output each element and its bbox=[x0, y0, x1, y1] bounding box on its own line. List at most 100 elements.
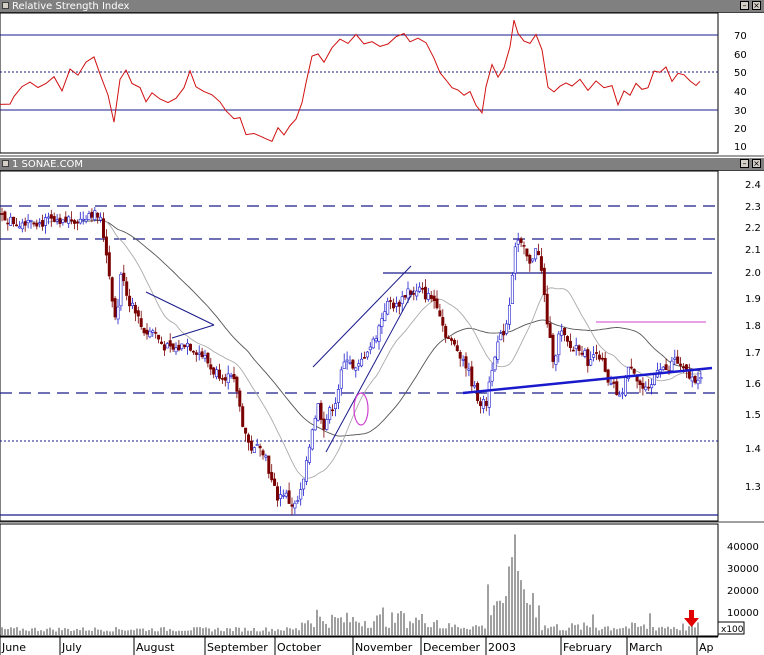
candle-body bbox=[206, 352, 210, 364]
volume-bar bbox=[76, 628, 78, 635]
candle-body bbox=[26, 220, 30, 224]
volume-bar bbox=[556, 624, 558, 635]
volume-bar bbox=[100, 629, 102, 635]
volume-bar bbox=[637, 626, 639, 635]
candle-body bbox=[632, 368, 636, 374]
candle-body bbox=[296, 500, 300, 502]
volume-bar bbox=[367, 627, 369, 635]
chart-canvas: 70 60 50 40 30 20 10 2.4 2.3 2.2 2.1 2.0… bbox=[0, 12, 764, 655]
volume-bar bbox=[331, 614, 333, 635]
volume-bar bbox=[673, 627, 675, 635]
volume-bar bbox=[382, 607, 384, 635]
candle-body bbox=[545, 293, 549, 325]
candle-body bbox=[232, 373, 236, 380]
volume-bar bbox=[202, 628, 204, 635]
candle-body bbox=[690, 376, 694, 382]
volume-bar bbox=[421, 614, 423, 635]
volume-bar bbox=[505, 596, 507, 635]
volume-bar bbox=[223, 631, 225, 635]
volume-bar bbox=[592, 614, 594, 635]
volume-bar bbox=[514, 534, 516, 635]
candle-body bbox=[46, 216, 50, 219]
volume-bar bbox=[406, 628, 408, 635]
volume-bar bbox=[547, 628, 549, 635]
candle-body bbox=[319, 402, 323, 420]
volume-bar bbox=[481, 625, 483, 635]
volume-bar bbox=[97, 629, 99, 635]
candle-body bbox=[478, 401, 482, 407]
volume-bar bbox=[370, 627, 372, 635]
volume-axis: 40000 30000 20000 10000 x100 bbox=[717, 542, 759, 635]
candle-body bbox=[565, 336, 569, 342]
candle-body bbox=[191, 350, 195, 353]
volume-bar bbox=[319, 616, 321, 635]
volume-bar bbox=[685, 630, 687, 635]
candle-body bbox=[499, 333, 503, 341]
candle-body bbox=[368, 346, 372, 351]
candle-body bbox=[481, 398, 485, 409]
volume-bar bbox=[148, 630, 150, 635]
candle-body bbox=[313, 417, 317, 431]
candle-body bbox=[328, 407, 332, 420]
volume-bar bbox=[46, 628, 48, 635]
candle-body bbox=[554, 355, 558, 365]
candle-body bbox=[516, 239, 520, 245]
candle-body bbox=[218, 369, 222, 379]
volume-bar bbox=[349, 622, 351, 635]
candle-body bbox=[136, 310, 140, 317]
candle-body bbox=[183, 344, 187, 348]
volume-bar bbox=[124, 630, 126, 635]
candle-body bbox=[174, 347, 178, 353]
volume-bar bbox=[574, 625, 576, 635]
candle-body bbox=[525, 248, 529, 257]
candle-body bbox=[571, 349, 575, 352]
volume-bar bbox=[247, 630, 249, 635]
volume-bar bbox=[454, 624, 456, 635]
candle-body bbox=[168, 340, 172, 347]
volume-bar bbox=[541, 630, 543, 635]
volume-bar bbox=[619, 628, 621, 635]
volume-bar bbox=[661, 626, 663, 635]
volume-bar bbox=[469, 629, 471, 635]
volume-bar bbox=[16, 627, 18, 635]
candle-body bbox=[273, 478, 277, 486]
volume-bar bbox=[466, 628, 468, 635]
candle-body bbox=[539, 256, 543, 271]
candle-body bbox=[186, 342, 190, 347]
candle-body bbox=[119, 273, 123, 307]
candle-body bbox=[220, 378, 224, 380]
volume-bar bbox=[460, 628, 462, 635]
candle-body bbox=[223, 377, 227, 381]
candle-body bbox=[412, 293, 416, 295]
candle-body bbox=[252, 447, 256, 454]
volume-bar bbox=[583, 622, 585, 635]
month-axis: June July August September October Novem… bbox=[0, 636, 718, 655]
volume-bar bbox=[19, 630, 21, 635]
candle-body bbox=[580, 352, 584, 355]
volume-bar bbox=[10, 627, 12, 635]
candle-body bbox=[102, 218, 106, 238]
volume-bar bbox=[601, 629, 603, 635]
candle-body bbox=[603, 357, 607, 372]
candle-body bbox=[96, 212, 100, 218]
volume-bar bbox=[127, 630, 129, 635]
volume-bar bbox=[40, 630, 42, 635]
candle-body bbox=[426, 293, 430, 300]
volume-bar bbox=[418, 620, 420, 635]
candle-body bbox=[380, 318, 384, 327]
volume-bar bbox=[403, 613, 405, 635]
candle-body bbox=[281, 494, 285, 497]
candle-body bbox=[394, 303, 398, 307]
candle-body bbox=[432, 295, 436, 301]
volume-bar bbox=[118, 629, 120, 635]
volume-bar bbox=[424, 623, 426, 635]
volume-bar bbox=[328, 627, 330, 635]
volume-bar bbox=[238, 627, 240, 635]
candle-body bbox=[322, 418, 326, 430]
volume-bar bbox=[397, 613, 399, 635]
volume-plot-frame bbox=[0, 523, 719, 637]
volume-bar bbox=[496, 601, 498, 635]
candle-body bbox=[23, 221, 27, 226]
candle-body bbox=[107, 252, 111, 277]
candle-body bbox=[229, 375, 233, 377]
